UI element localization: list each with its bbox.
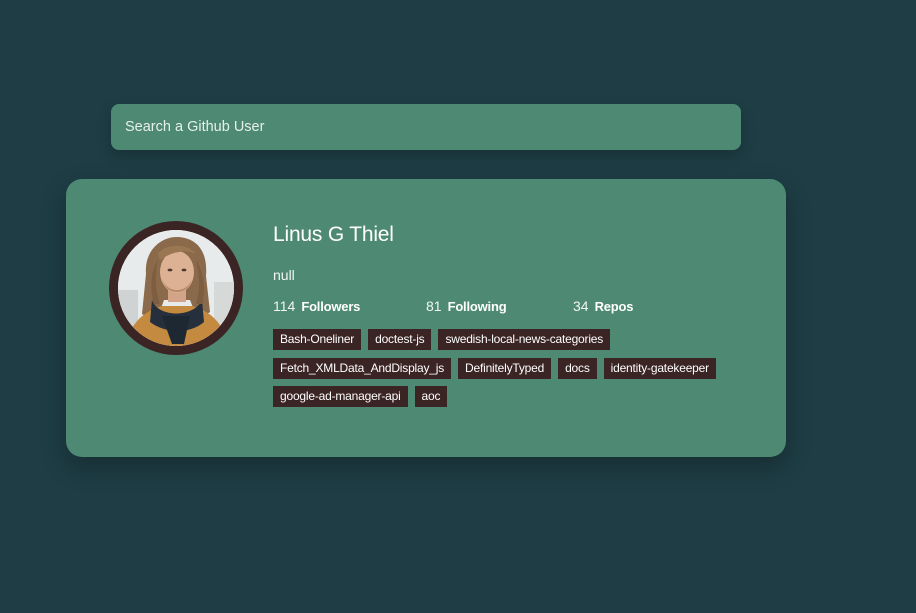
repo-tag-google-ad-manager-api[interactable]: google-ad-manager-api — [273, 386, 408, 407]
user-stats: 114 Followers 81 Following 34 Repos — [273, 298, 733, 316]
avatar — [109, 221, 243, 355]
repos-label: Repos — [594, 299, 634, 314]
avatar-image — [118, 230, 234, 346]
repos-stat: 34 Repos — [573, 298, 634, 314]
repo-tag-doctest-js[interactable]: doctest-js — [368, 329, 432, 350]
followers-label: Followers — [301, 299, 361, 314]
following-count: 81 — [426, 298, 442, 314]
repos-count: 34 — [573, 298, 589, 314]
repo-tag-docs[interactable]: docs — [558, 358, 597, 379]
repo-tag-aoc[interactable]: aoc — [414, 386, 448, 407]
followers-stat: 114 Followers — [273, 298, 360, 314]
repo-tag-bash-oneliner[interactable]: Bash-Oneliner — [273, 329, 362, 350]
following-stat: 81 Following — [426, 298, 507, 314]
repo-tag-fetch-xmldata[interactable]: Fetch_XMLData_AndDisplay_js — [273, 358, 452, 379]
repo-tag-identity-gatekeeper[interactable]: identity-gatekeeper — [603, 358, 716, 379]
search-bar[interactable] — [111, 104, 741, 150]
repo-tag-definitelytyped[interactable]: DefinitelyTyped — [458, 358, 552, 379]
search-input[interactable] — [111, 104, 741, 150]
user-name: Linus G Thiel — [273, 223, 394, 246]
repo-tag-swedish-local-news-categories[interactable]: swedish-local-news-categories — [438, 329, 611, 350]
following-label: Following — [447, 299, 507, 314]
user-profile-card: Linus G Thiel null 114 Followers 81 Follow… — [66, 179, 786, 457]
user-bio: null — [273, 267, 295, 283]
followers-count: 114 — [273, 298, 296, 314]
